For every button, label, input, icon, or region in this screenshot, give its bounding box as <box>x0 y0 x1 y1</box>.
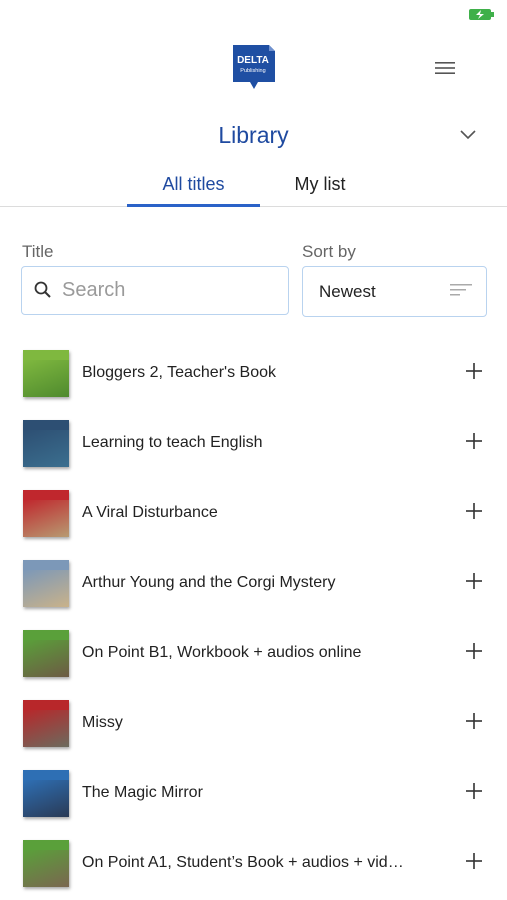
battery-charging-icon <box>469 9 494 20</box>
add-to-list-icon[interactable] <box>464 431 484 451</box>
book-title: Arthur Young and the Corgi Mystery <box>82 574 336 591</box>
book-title: On Point B1, Workbook + audios online <box>82 644 362 661</box>
add-to-list-icon[interactable] <box>464 781 484 801</box>
library-title: Library <box>218 122 289 148</box>
sort-selected-value: Newest <box>319 282 376 301</box>
svg-text:DELTA: DELTA <box>237 55 269 66</box>
chevron-down-icon[interactable] <box>459 125 477 143</box>
list-item[interactable]: Learning to teach English <box>0 408 507 478</box>
svg-text:Publishing: Publishing <box>240 68 265 74</box>
book-cover-thumbnail <box>23 770 69 817</box>
add-to-list-icon[interactable] <box>464 361 484 381</box>
book-cover-thumbnail <box>23 490 69 537</box>
search-field[interactable] <box>21 266 289 315</box>
list-item[interactable]: Arthur Young and the Corgi Mystery <box>0 548 507 618</box>
sort-by-label: Sort by <box>302 242 356 261</box>
tab-my-list[interactable]: My list <box>260 174 380 195</box>
book-title: On Point A1, Student’s Book + audios + v… <box>82 854 412 871</box>
book-cover-thumbnail <box>23 420 69 467</box>
book-title: Bloggers 2, Teacher's Book <box>82 364 276 381</box>
book-cover-thumbnail <box>23 840 69 887</box>
book-title: A Viral Disturbance <box>82 504 218 521</box>
add-to-list-icon[interactable] <box>464 711 484 731</box>
book-title: The Magic Mirror <box>82 784 203 801</box>
list-item[interactable]: On Point B1, Workbook + audios online <box>0 618 507 688</box>
delta-publishing-logo: DELTA Publishing <box>233 45 275 89</box>
book-cover-thumbnail <box>23 350 69 397</box>
add-to-list-icon[interactable] <box>464 641 484 661</box>
tab-all-titles[interactable]: All titles <box>127 174 260 195</box>
book-cover-thumbnail <box>23 630 69 677</box>
add-to-list-icon[interactable] <box>464 501 484 521</box>
book-title: Missy <box>82 714 123 731</box>
menu-icon[interactable] <box>433 58 457 78</box>
sort-dropdown[interactable]: Newest <box>302 266 487 317</box>
search-icon <box>34 281 51 298</box>
sort-icon <box>450 284 472 296</box>
book-cover-thumbnail <box>23 560 69 607</box>
add-to-list-icon[interactable] <box>464 571 484 591</box>
book-title: Learning to teach English <box>82 434 263 451</box>
search-input[interactable] <box>62 267 282 313</box>
list-item[interactable]: Bloggers 2, Teacher's Book <box>0 338 507 408</box>
list-item[interactable]: The Magic Mirror <box>0 758 507 828</box>
title-filter-label: Title <box>22 242 54 261</box>
tab-bar: All titles My list <box>0 166 507 207</box>
active-tab-indicator <box>127 204 260 207</box>
book-cover-thumbnail <box>23 700 69 747</box>
list-item[interactable]: A Viral Disturbance <box>0 478 507 548</box>
add-to-list-icon[interactable] <box>464 851 484 871</box>
book-list: Bloggers 2, Teacher's Book Learning to te… <box>0 338 507 898</box>
list-item[interactable]: On Point A1, Student’s Book + audios + v… <box>0 828 507 898</box>
list-item[interactable]: Missy <box>0 688 507 758</box>
